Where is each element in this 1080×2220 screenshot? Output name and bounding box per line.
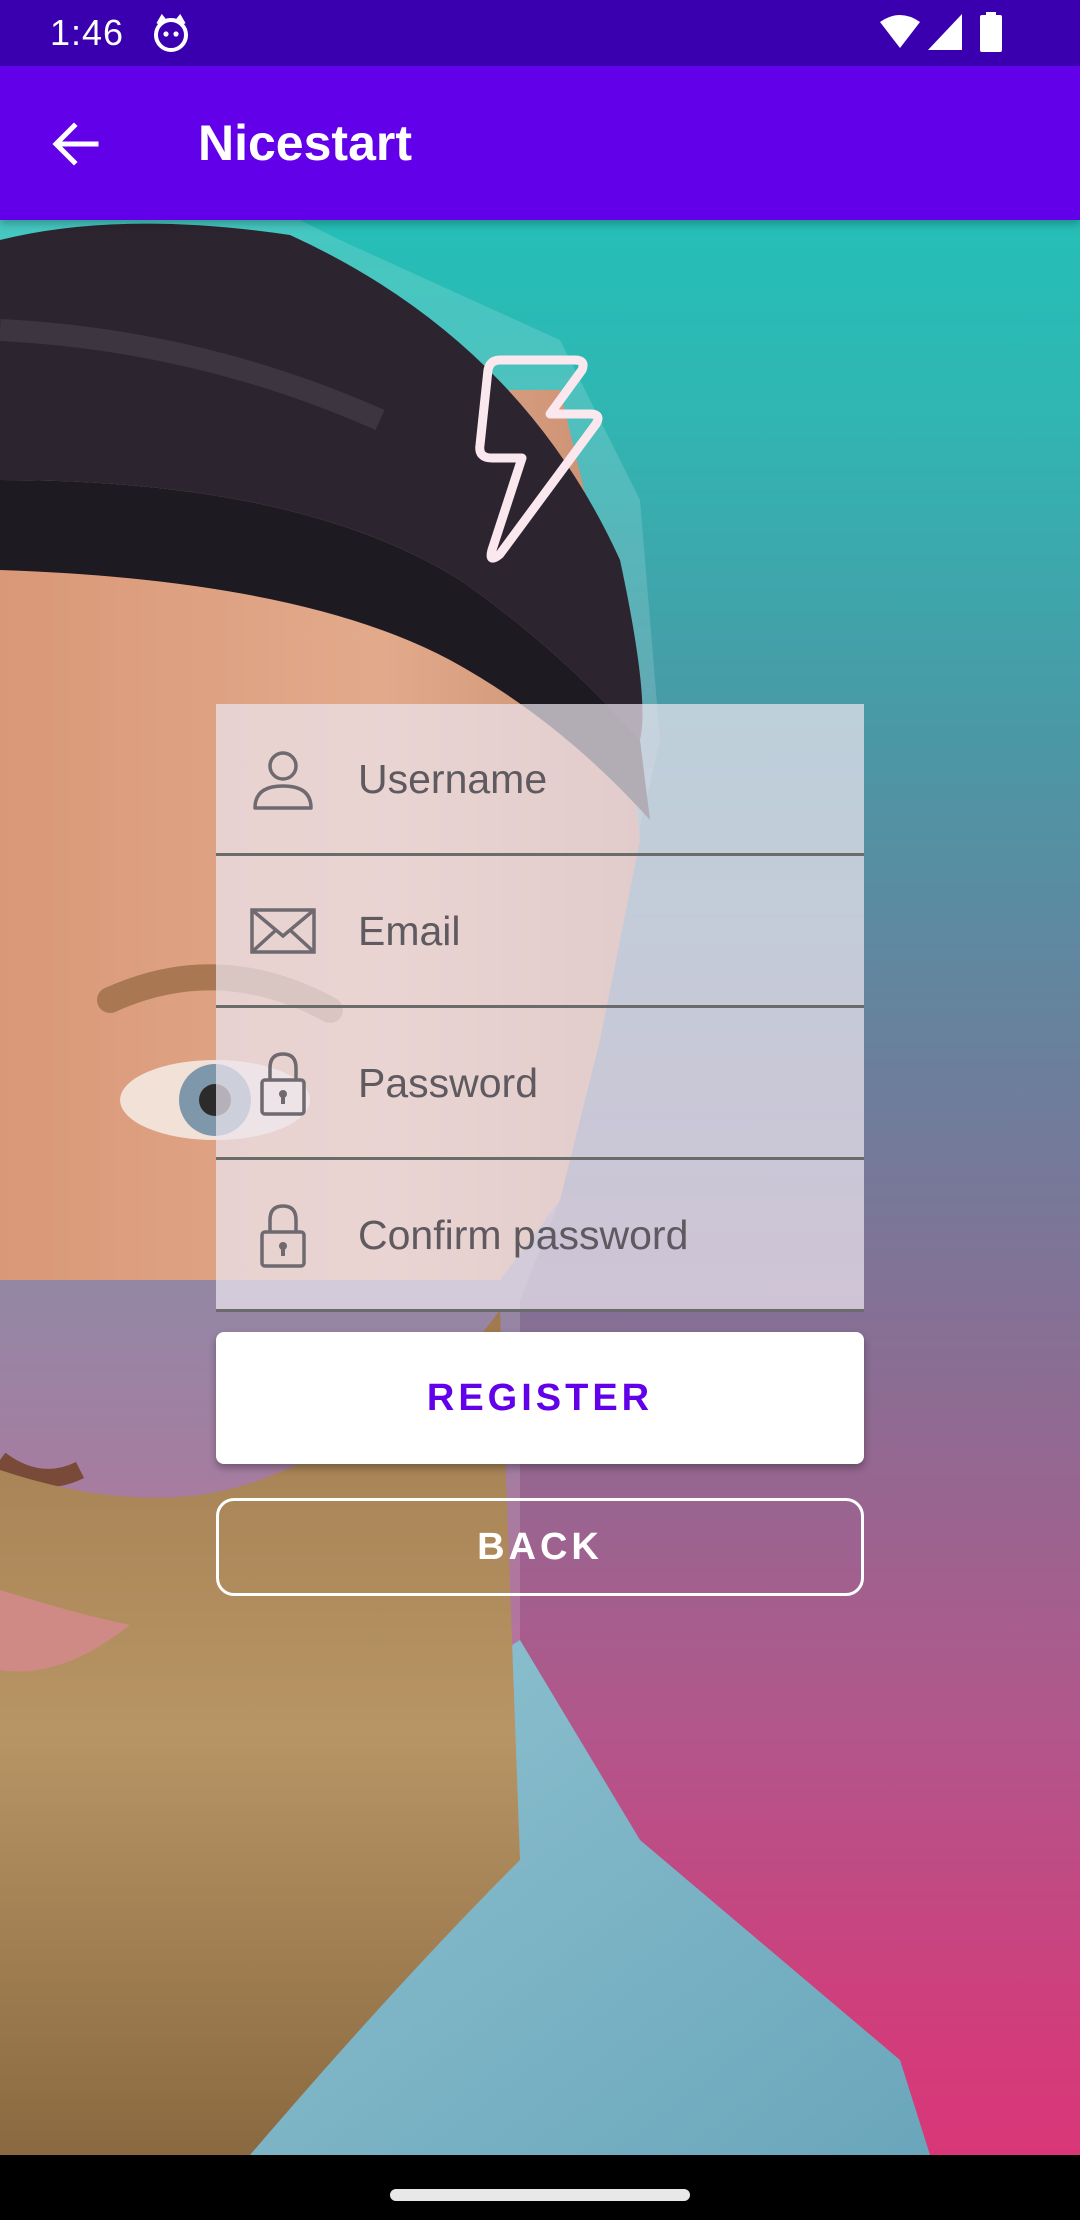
lock-icon bbox=[260, 1052, 306, 1116]
app-title: Nicestart bbox=[198, 115, 412, 171]
signal-icon bbox=[928, 14, 962, 50]
cat-face-icon bbox=[154, 14, 188, 52]
envelope-icon bbox=[250, 908, 316, 954]
app-bar: Nicestart bbox=[0, 66, 1080, 220]
confirm-password-input[interactable] bbox=[358, 1200, 838, 1270]
person-icon bbox=[253, 751, 313, 810]
register-form bbox=[216, 704, 864, 1312]
wifi-icon bbox=[880, 15, 920, 48]
back-button[interactable]: BACK bbox=[216, 1498, 864, 1596]
register-screen: 1:46 Nicestart Username Email REGISTER B… bbox=[0, 0, 1080, 2220]
email-input[interactable] bbox=[358, 896, 838, 966]
home-indicator[interactable] bbox=[390, 2189, 690, 2201]
status-time: 1:46 bbox=[50, 12, 125, 53]
username-field bbox=[216, 704, 864, 856]
lock-icon bbox=[260, 1204, 306, 1268]
password-field bbox=[216, 1008, 864, 1160]
confirm-password-field bbox=[216, 1160, 864, 1312]
lightning-bolt-logo-icon bbox=[475, 355, 603, 563]
battery-icon bbox=[980, 12, 1002, 52]
email-field bbox=[216, 856, 864, 1008]
username-input[interactable] bbox=[358, 744, 838, 814]
password-input[interactable] bbox=[358, 1048, 838, 1118]
navigation-bar bbox=[0, 2155, 1080, 2220]
register-button[interactable]: REGISTER bbox=[216, 1332, 864, 1464]
arrow-left-icon[interactable] bbox=[46, 114, 106, 174]
status-bar: 1:46 bbox=[0, 0, 1080, 66]
